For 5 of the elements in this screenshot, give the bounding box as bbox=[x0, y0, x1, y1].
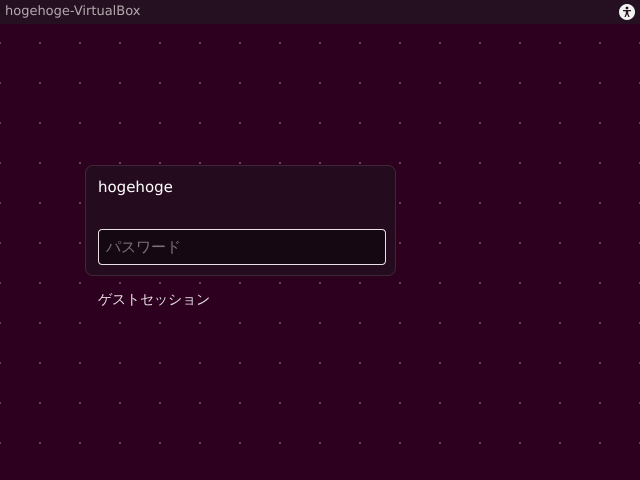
username: hogehoge bbox=[98, 177, 174, 198]
accessibility-icon[interactable] bbox=[619, 4, 635, 20]
password-field[interactable]: パスワード bbox=[98, 228, 386, 264]
hostname: hogehoge-VirtualBox bbox=[5, 3, 140, 22]
guest-session-link[interactable]: ゲストセッション bbox=[98, 290, 640, 311]
